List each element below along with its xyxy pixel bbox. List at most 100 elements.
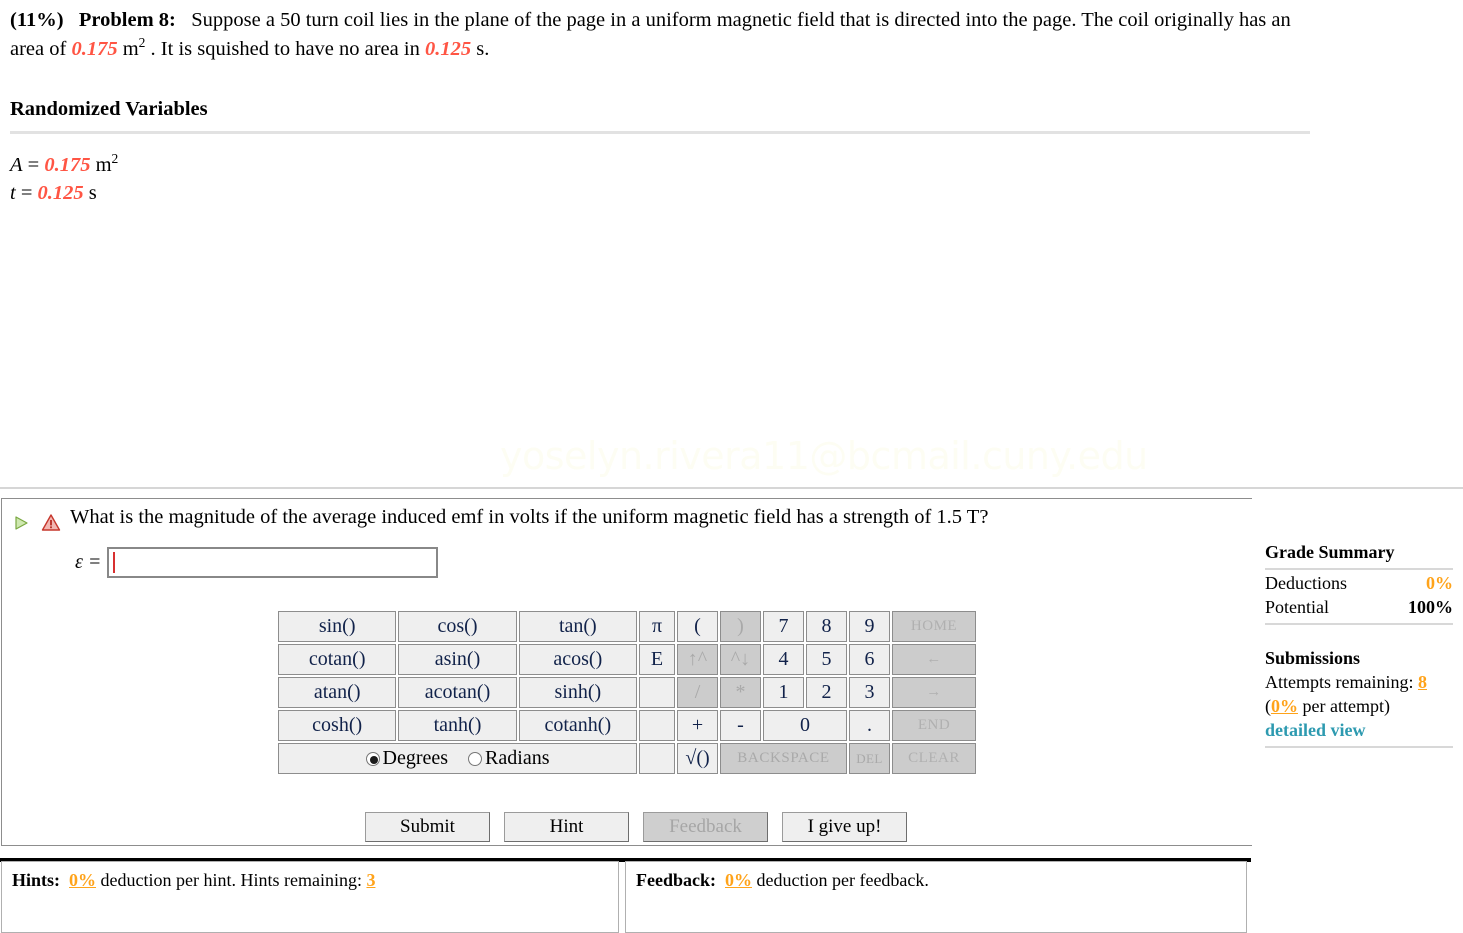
key-cosh[interactable]: cosh() <box>278 710 397 741</box>
variable-equals: = <box>15 181 38 204</box>
grade-summary-divider-bottom <box>1265 622 1453 625</box>
key-blank-5 <box>639 743 675 774</box>
key-6[interactable]: 6 <box>849 644 890 675</box>
answer-label: ε = <box>75 551 102 573</box>
key-multiply: * <box>720 677 761 708</box>
math-keypad: sin() cos() tan() π ( ) 7 8 9 HOME cotan… <box>276 609 978 776</box>
key-divide: / <box>677 677 718 708</box>
key-atan[interactable]: atan() <box>278 677 397 708</box>
radio-radians[interactable]: Radians <box>468 747 549 769</box>
key-2[interactable]: 2 <box>806 677 847 708</box>
key-1[interactable]: 1 <box>763 677 804 708</box>
randomized-variable-row: t = 0.125 s <box>10 180 118 208</box>
feedback-box: Feedback: 0% deduction per feedback. <box>625 861 1247 933</box>
hints-deduction-pct: 0% <box>69 870 97 890</box>
potential-value: 100% <box>1408 596 1453 617</box>
warning-icon[interactable] <box>41 513 61 532</box>
key-blank-4 <box>639 710 675 741</box>
key-clear: CLEAR <box>892 743 976 774</box>
potential-row: Potential 100% <box>1265 596 1453 620</box>
deductions-label: Deductions <box>1265 572 1347 593</box>
randomized-variables-list: A = 0.175 m2 t = 0.125 s <box>10 152 118 208</box>
submissions-divider <box>1265 745 1453 748</box>
key-5[interactable]: 5 <box>806 644 847 675</box>
key-sin[interactable]: sin() <box>278 611 397 642</box>
radio-radians-indicator <box>468 752 483 766</box>
radio-degrees[interactable]: Degrees <box>365 747 449 769</box>
action-buttons: Submit Hint Feedback I give up! <box>365 812 917 842</box>
key-sinh[interactable]: sinh() <box>518 677 637 708</box>
potential-label: Potential <box>1265 596 1329 617</box>
hint-button[interactable]: Hint <box>504 812 629 842</box>
key-power-up: ↑^ <box>677 644 718 675</box>
key-e[interactable]: E <box>639 644 675 675</box>
per-attempt-value: 0% <box>1271 695 1298 716</box>
key-acotan[interactable]: acotan() <box>398 677 517 708</box>
key-plus[interactable]: + <box>677 710 718 741</box>
key-decimal-point[interactable]: . <box>849 710 890 741</box>
key-7[interactable]: 7 <box>763 611 804 642</box>
key-sqrt[interactable]: √() <box>677 743 718 774</box>
deductions-value: 0% <box>1426 572 1453 593</box>
problem-page: (11%) Problem 8: Suppose a 50 turn coil … <box>0 0 1463 933</box>
feedback-label: Feedback: <box>636 870 716 890</box>
keypad-row: atan() acotan() sinh() / * 1 2 3 → <box>278 677 976 708</box>
key-minus[interactable]: - <box>720 710 761 741</box>
key-power-down: ^↓ <box>720 644 761 675</box>
key-cos[interactable]: cos() <box>398 611 517 642</box>
key-close-paren: ) <box>720 611 761 642</box>
keypad-row: cotan() asin() acos() E ↑^ ^↓ 4 5 6 ← <box>278 644 976 675</box>
radio-degrees-label: Degrees <box>382 747 449 769</box>
question-text: What is the magnitude of the average ind… <box>70 506 989 528</box>
hints-text: deduction per hint. Hints remaining: <box>96 870 367 890</box>
variable-unit: m <box>90 154 112 176</box>
key-home: HOME <box>892 611 976 642</box>
feedback-text: deduction per feedback. <box>752 870 929 890</box>
feedback-button: Feedback <box>643 812 768 842</box>
key-cotanh[interactable]: cotanh() <box>518 710 637 741</box>
key-open-paren[interactable]: ( <box>677 611 718 642</box>
randomized-variable-row: A = 0.175 m2 <box>10 152 118 180</box>
key-4[interactable]: 4 <box>763 644 804 675</box>
randomized-variables-title: Randomized Variables <box>10 98 208 120</box>
radio-radians-label: Radians <box>485 747 550 769</box>
submit-button[interactable]: Submit <box>365 812 490 842</box>
key-tanh[interactable]: tanh() <box>398 710 517 741</box>
key-3[interactable]: 3 <box>849 677 890 708</box>
attempts-value: 8 <box>1417 671 1427 692</box>
email-watermark: yoselyn.rivera11@bcmail.cuny.edu <box>500 434 1148 478</box>
variable-value: 0.175 <box>44 154 91 176</box>
per-attempt-row: (0% per attempt) <box>1265 695 1453 719</box>
grade-summary-divider-top <box>1265 567 1453 570</box>
key-cotan[interactable]: cotan() <box>278 644 397 675</box>
answer-input[interactable] <box>107 547 439 578</box>
attempts-row: Attempts remaining: 8 <box>1265 671 1453 695</box>
feedback-deduction-pct: 0% <box>725 870 752 890</box>
problem-area-value: 0.175 <box>71 38 118 61</box>
variable-unit-exponent: 2 <box>111 151 119 167</box>
give-up-button[interactable]: I give up! <box>782 812 907 842</box>
problem-label: Problem 8: <box>78 9 176 31</box>
key-arrow-left: ← <box>892 644 976 675</box>
key-8[interactable]: 8 <box>806 611 847 642</box>
variable-value: 0.125 <box>37 181 84 204</box>
key-pi[interactable]: π <box>639 611 675 642</box>
hints-label: Hints: <box>12 870 61 890</box>
problem-text-part2: m <box>117 38 139 61</box>
deductions-row: Deductions 0% <box>1265 572 1453 596</box>
key-9[interactable]: 9 <box>849 611 890 642</box>
play-icon[interactable] <box>13 515 29 531</box>
section-divider <box>0 487 1463 489</box>
key-asin[interactable]: asin() <box>398 644 517 675</box>
problem-text-part4: s. <box>471 38 490 61</box>
problem-statement: (11%) Problem 8: Suppose a 50 turn coil … <box>10 6 1310 64</box>
hints-box: Hints: 0% deduction per hint. Hints rema… <box>1 861 619 933</box>
randomized-variables-divider <box>10 131 1310 134</box>
detailed-view-link[interactable]: detailed view <box>1265 719 1453 743</box>
grade-summary-title: Grade Summary <box>1265 542 1395 562</box>
grade-summary-spacer <box>1265 627 1453 647</box>
key-acos[interactable]: acos() <box>518 644 637 675</box>
key-tan[interactable]: tan() <box>518 611 637 642</box>
problem-time-value: 0.125 <box>424 38 472 61</box>
key-0[interactable]: 0 <box>763 710 847 741</box>
